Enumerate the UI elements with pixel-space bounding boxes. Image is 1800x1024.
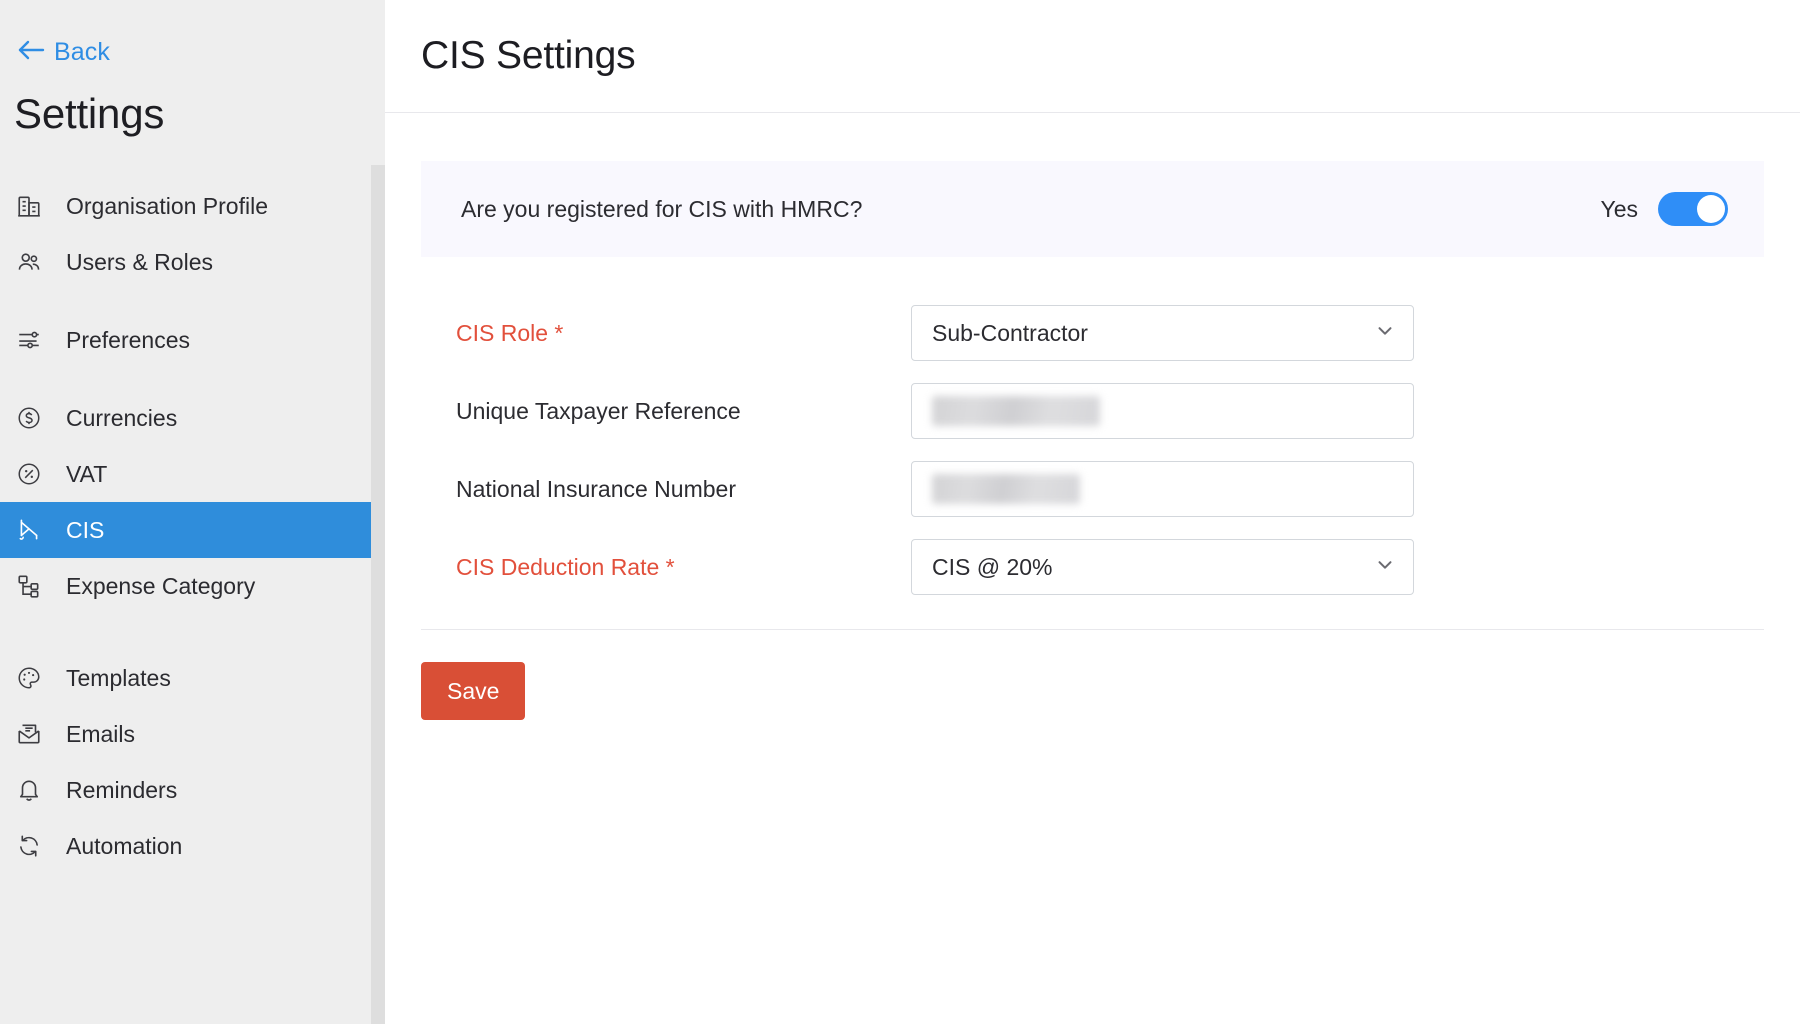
national-insurance-number-control [911,461,1414,517]
form-row-cis-role: CIS Role * Sub-Contractor [421,305,1764,361]
cis-role-value: Sub-Contractor [932,319,1088,346]
building-icon [14,191,44,221]
national-insurance-number-input[interactable] [911,461,1414,517]
bell-icon [14,775,44,805]
cis-role-control: Sub-Contractor [911,305,1414,361]
palette-icon [14,663,44,693]
sidebar-item-vat[interactable]: VAT [0,446,385,502]
crane-icon [14,515,44,545]
save-button[interactable]: Save [421,662,526,720]
cis-deduction-rate-value: CIS @ 20% [932,553,1053,580]
sidebar-item-expense-category[interactable]: Expense Category [0,558,385,614]
form-actions: Save [385,630,1800,720]
sidebar-item-label: Reminders [66,776,178,803]
app-root: Back Settings Organisation Profile Users… [0,0,1800,1024]
sidebar-item-label: Templates [66,664,171,691]
redacted-value [932,396,1100,426]
hierarchy-icon [14,571,44,601]
sidebar-item-users-roles[interactable]: Users & Roles [0,234,385,290]
envelope-icon [14,719,44,749]
redacted-value [932,474,1080,504]
nav-separator [0,368,385,390]
sidebar-item-label: VAT [66,460,108,487]
form-row-cis-deduction-rate: CIS Deduction Rate * CIS @ 20% [421,539,1764,595]
sidebar-item-emails[interactable]: Emails [0,706,385,762]
cis-registered-toggle[interactable] [1658,192,1728,226]
toggle-state-label: Yes [1600,195,1638,222]
currency-dollar-icon [14,403,44,433]
page-content: Are you registered for CIS with HMRC? Ye… [385,161,1800,720]
sidebar-item-label: Users & Roles [66,248,213,275]
cis-deduction-rate-label: CIS Deduction Rate * [456,553,675,580]
cis-registration-banner: Are you registered for CIS with HMRC? Ye… [421,161,1764,257]
sidebar-item-label: Organisation Profile [66,192,268,219]
form-row-unique-taxpayer-reference: Unique Taxpayer Reference [421,383,1764,439]
nav-separator [0,290,385,312]
arrow-left-icon [17,38,45,67]
unique-taxpayer-reference-input[interactable] [911,383,1414,439]
sidebar-item-cis[interactable]: CIS [0,502,385,558]
sidebar-scrollbar[interactable] [371,165,385,1024]
cis-settings-form: CIS Role * Sub-Contractor Unique Taxpaye… [385,305,1800,595]
sidebar-item-organisation-profile[interactable]: Organisation Profile [0,178,385,234]
page-title: CIS Settings [421,34,636,77]
users-icon [14,247,44,277]
page-header: CIS Settings [385,0,1800,113]
sidebar-item-label: Automation [66,832,183,859]
sidebar-item-preferences[interactable]: Preferences [0,312,385,368]
sidebar-item-automation[interactable]: Automation [0,818,385,874]
refresh-icon [14,831,44,861]
cis-registration-question: Are you registered for CIS with HMRC? [461,195,863,222]
settings-nav: Organisation Profile Users & Roles Prefe… [0,178,385,874]
sliders-icon [14,325,44,355]
settings-sidebar: Back Settings Organisation Profile Users… [0,0,385,1024]
national-insurance-number-label: National Insurance Number [456,475,736,502]
sidebar-item-templates[interactable]: Templates [0,650,385,706]
back-label: Back [54,37,110,66]
unique-taxpayer-reference-label: Unique Taxpayer Reference [456,397,741,424]
nav-separator [0,614,385,650]
toggle-knob [1697,195,1725,223]
percent-circle-icon [14,459,44,489]
back-button[interactable]: Back [0,34,385,70]
cis-role-select[interactable]: Sub-Contractor [911,305,1414,361]
unique-taxpayer-reference-control [911,383,1414,439]
sidebar-item-reminders[interactable]: Reminders [0,762,385,818]
sidebar-item-label: Expense Category [66,572,256,599]
main-panel: CIS Settings Are you registered for CIS … [385,0,1800,1024]
cis-registration-control: Yes [1600,192,1728,226]
sidebar-item-label: Currencies [66,404,178,431]
sidebar-item-label: Emails [66,720,136,747]
sidebar-title: Settings [14,90,165,137]
sidebar-item-currencies[interactable]: Currencies [0,390,385,446]
sidebar-item-label: Preferences [66,326,191,353]
cis-deduction-rate-select[interactable]: CIS @ 20% [911,539,1414,595]
sidebar-item-label: CIS [66,516,105,543]
form-row-national-insurance-number: National Insurance Number [421,461,1764,517]
cis-deduction-rate-control: CIS @ 20% [911,539,1414,595]
cis-role-label: CIS Role * [456,319,564,346]
